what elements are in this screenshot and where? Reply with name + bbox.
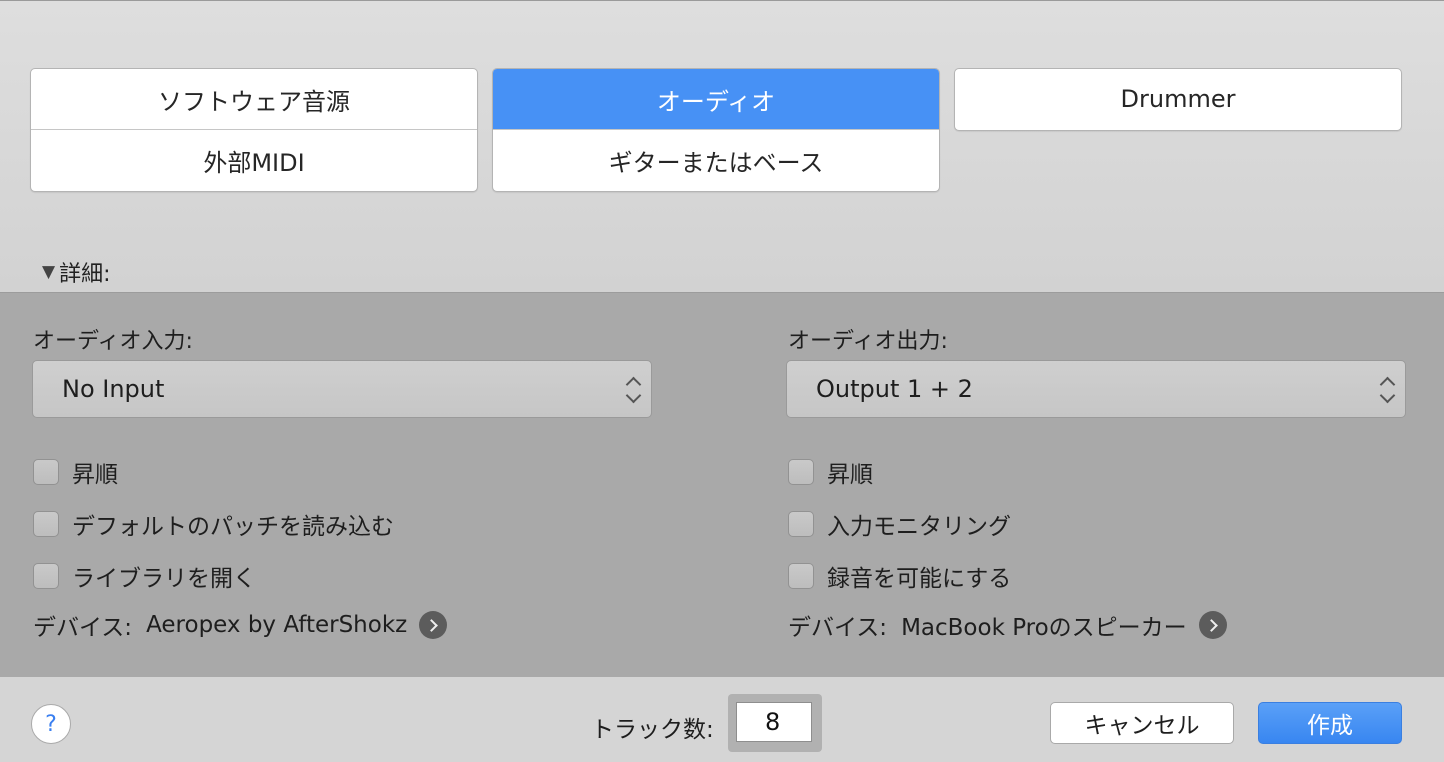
audio-input-value: No Input: [62, 375, 165, 403]
cancel-button[interactable]: キャンセル: [1050, 702, 1234, 744]
audio-input-label: オーディオ入力:: [33, 329, 193, 354]
help-button[interactable]: ?: [31, 704, 71, 744]
output-option-input-monitoring[interactable]: 入力モニタリング: [788, 507, 1011, 541]
tile-group-1: ソフトウェア音源 外部MIDI: [30, 68, 478, 192]
checkbox-label: 録音を可能にする: [827, 566, 1012, 592]
checkbox[interactable]: [788, 563, 814, 589]
details-panel: オーディオ入力: No Input 昇順 デフォルトのパッチを読み込む ライブラ…: [0, 292, 1444, 678]
disclosure-triangle-icon: ▼: [42, 262, 56, 282]
audio-output-select[interactable]: Output 1 + 2: [786, 360, 1406, 418]
checkbox-label: 昇順: [827, 462, 873, 488]
create-button[interactable]: 作成: [1258, 702, 1402, 744]
track-count-label: トラック数:: [591, 717, 714, 743]
tile-group-2: オーディオ ギターまたはベース: [492, 68, 940, 192]
dialog-footer: ? トラック数: キャンセル 作成: [0, 677, 1444, 762]
input-option-load-default-patch[interactable]: デフォルトのパッチを読み込む: [33, 507, 394, 541]
checkbox[interactable]: [33, 563, 59, 589]
track-count-focus-ring: [728, 694, 822, 752]
output-device-value: MacBook Proのスピーカー: [901, 615, 1187, 641]
audio-output-label: オーディオ出力:: [788, 329, 948, 354]
input-option-ascending[interactable]: 昇順: [33, 455, 118, 489]
input-device-value: Aeropex by AfterShokz: [146, 612, 408, 638]
checkbox-label: ライブラリを開く: [72, 566, 256, 592]
output-option-enable-recording[interactable]: 録音を可能にする: [788, 559, 1011, 593]
updown-chevron-icon: [1379, 375, 1395, 405]
output-device-arrow-icon[interactable]: [1198, 611, 1227, 639]
audio-input-select[interactable]: No Input: [32, 360, 652, 418]
checkbox-label: 入力モニタリング: [827, 514, 1011, 540]
track-type-area: ソフトウェア音源 外部MIDI オーディオ ギターまたはベース Drummer …: [0, 0, 1444, 292]
checkbox[interactable]: [33, 511, 59, 537]
checkbox[interactable]: [788, 459, 814, 485]
output-device-row: デバイス: MacBook Proのスピーカー: [788, 608, 1227, 642]
input-device-row: デバイス: Aeropex by AfterShokz: [33, 608, 448, 642]
title-bar-divider: [0, 0, 1444, 1]
tile-external-midi[interactable]: 外部MIDI: [31, 129, 477, 190]
output-device-label: デバイス:: [788, 615, 888, 641]
track-count-input[interactable]: [736, 702, 812, 742]
tile-group-3: Drummer: [954, 68, 1402, 131]
tile-drummer[interactable]: Drummer: [955, 69, 1401, 129]
audio-output-value: Output 1 + 2: [816, 375, 973, 403]
details-disclosure[interactable]: ▼ 詳細:: [42, 256, 111, 288]
checkbox-label: デフォルトのパッチを読み込む: [72, 514, 394, 540]
input-option-open-library[interactable]: ライブラリを開く: [33, 559, 256, 593]
tile-audio[interactable]: オーディオ: [493, 69, 939, 129]
tile-software-instrument[interactable]: ソフトウェア音源: [31, 69, 477, 129]
output-option-ascending[interactable]: 昇順: [788, 455, 873, 489]
input-device-label: デバイス:: [33, 615, 133, 641]
tile-guitar-or-bass[interactable]: ギターまたはベース: [493, 129, 939, 190]
details-label: 詳細:: [59, 262, 111, 287]
updown-chevron-icon: [625, 375, 641, 405]
input-device-arrow-icon[interactable]: [419, 611, 448, 639]
checkbox[interactable]: [33, 459, 59, 485]
checkbox-label: 昇順: [72, 462, 118, 488]
checkbox[interactable]: [788, 511, 814, 537]
